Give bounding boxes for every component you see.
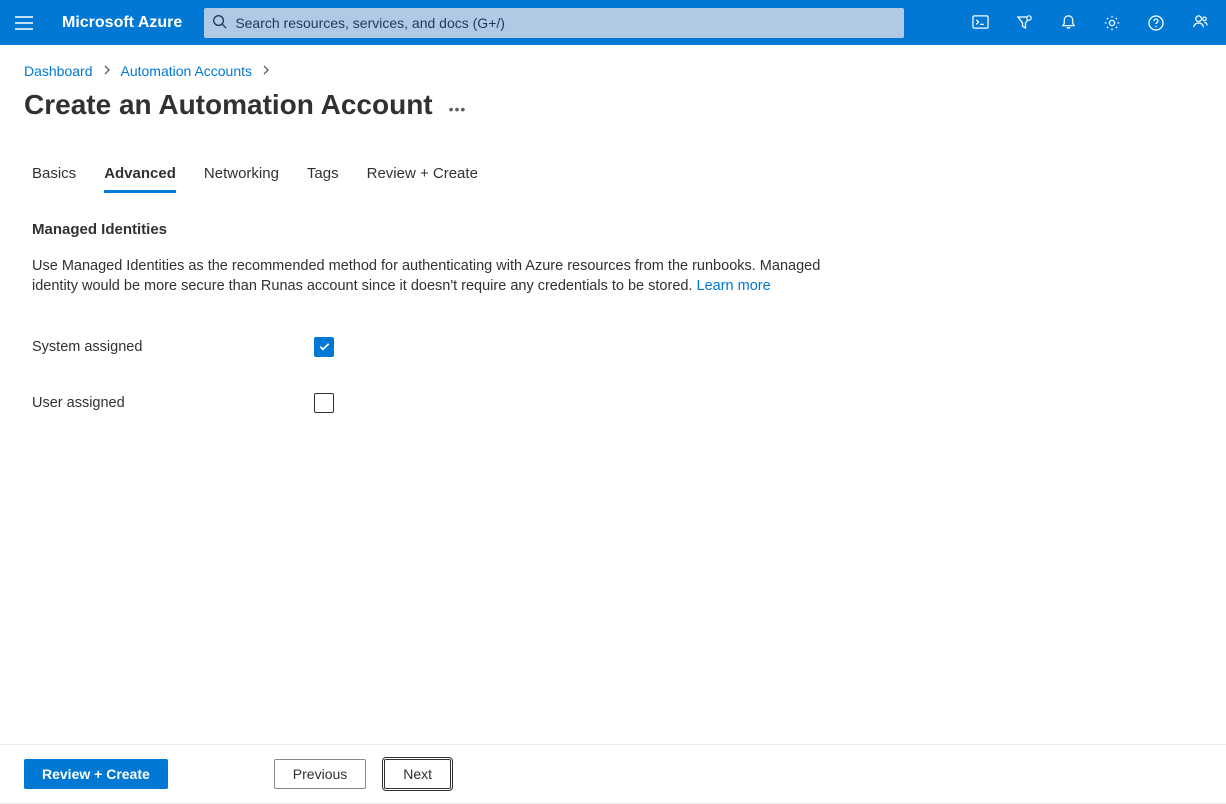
breadcrumb: Dashboard Automation Accounts [24, 63, 1202, 79]
tab-basics[interactable]: Basics [32, 157, 76, 193]
section-description: Use Managed Identities as the recommende… [32, 256, 852, 297]
cloud-shell-icon[interactable] [958, 0, 1002, 45]
tab-networking[interactable]: Networking [204, 157, 279, 193]
search-input[interactable] [235, 15, 896, 31]
page-title-row: Create an Automation Account ••• [24, 89, 1202, 121]
user-assigned-label: User assigned [32, 395, 314, 411]
top-icons [958, 0, 1226, 45]
search-icon [212, 14, 227, 32]
directory-filter-icon[interactable] [1002, 0, 1046, 45]
settings-gear-icon[interactable] [1090, 0, 1134, 45]
previous-button[interactable]: Previous [274, 759, 366, 789]
top-bar: Microsoft Azure [0, 0, 1226, 45]
search-box[interactable] [204, 8, 904, 38]
field-user-assigned: User assigned [32, 393, 1202, 413]
section-title: Managed Identities [32, 221, 1202, 238]
chevron-right-icon [262, 64, 270, 78]
content: Dashboard Automation Accounts Create an … [0, 45, 1226, 413]
tabs: Basics Advanced Networking Tags Review +… [32, 157, 1202, 193]
system-assigned-label: System assigned [32, 339, 314, 355]
system-assigned-checkbox[interactable] [314, 337, 334, 357]
learn-more-link[interactable]: Learn more [697, 278, 771, 294]
help-icon[interactable] [1134, 0, 1178, 45]
breadcrumb-item-dashboard[interactable]: Dashboard [24, 63, 93, 79]
breadcrumb-item-automation-accounts[interactable]: Automation Accounts [121, 63, 253, 79]
chevron-right-icon [103, 64, 111, 78]
footer: Review + Create Previous Next [0, 744, 1226, 804]
tab-tags[interactable]: Tags [307, 157, 339, 193]
menu-hamburger-icon[interactable] [0, 0, 48, 45]
brand-label[interactable]: Microsoft Azure [48, 14, 204, 32]
more-actions-icon[interactable]: ••• [449, 93, 467, 117]
tab-review-create[interactable]: Review + Create [367, 157, 478, 193]
user-assigned-checkbox[interactable] [314, 393, 334, 413]
field-system-assigned: System assigned [32, 337, 1202, 357]
review-create-button[interactable]: Review + Create [24, 759, 168, 789]
tab-advanced[interactable]: Advanced [104, 157, 176, 193]
notifications-icon[interactable] [1046, 0, 1090, 45]
page-title: Create an Automation Account [24, 89, 433, 121]
next-button[interactable]: Next [384, 759, 451, 789]
feedback-icon[interactable] [1178, 0, 1222, 45]
